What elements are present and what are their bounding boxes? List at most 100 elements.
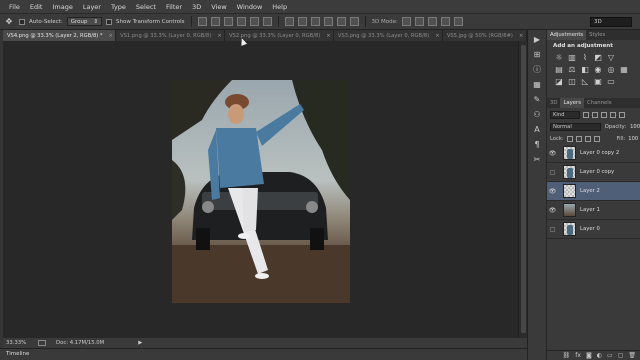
timeline-panel-tab[interactable]: Timeline [0,348,527,360]
layer-row[interactable]: Layer 0 copy [547,163,640,182]
lock-position-icon[interactable] [584,135,591,142]
roll-3d-icon[interactable] [414,17,424,26]
channel-mixer-icon[interactable]: ◎ [607,66,615,74]
menu-filter[interactable]: Filter [161,3,187,11]
close-icon[interactable]: × [326,33,330,39]
vibrance-icon[interactable]: ▽ [607,54,615,62]
photo-filter-icon[interactable]: ◉ [594,66,602,74]
black-white-icon[interactable]: ◧ [581,66,589,74]
align-top-icon[interactable] [197,17,207,26]
rotate-3d-icon[interactable] [401,17,411,26]
color-balance-icon[interactable]: ⚖ [568,66,576,74]
menu-select[interactable]: Select [131,3,161,11]
color-lookup-icon[interactable]: ▦ [620,66,628,74]
layer-row-selected[interactable]: 👁 Layer 2 [547,182,640,201]
align-right-icon[interactable] [262,17,272,26]
filter-smart-object-icon[interactable] [619,111,625,118]
add-mask-icon[interactable]: ◙ [586,352,592,359]
tab-3d[interactable]: 3D [547,98,560,108]
align-left-icon[interactable] [236,17,246,26]
tab-vs5[interactable]: VS5.jpg @ 50% (RGB/8#) × [442,30,528,41]
tab-layers[interactable]: Layers [560,98,584,108]
invert-icon[interactable]: ◪ [555,78,563,86]
curves-icon[interactable]: ⌇ [581,54,589,62]
distribute-right-icon[interactable] [349,17,359,26]
layer-row[interactable]: Layer 0 [547,220,640,239]
slide-3d-icon[interactable] [440,17,450,26]
menu-window[interactable]: Window [232,3,268,11]
levels-icon[interactable]: ▥ [568,54,576,62]
scale-3d-icon[interactable] [453,17,463,26]
clone-source-icon[interactable]: ⚇ [531,108,544,120]
tab-vs4[interactable]: VS4.png @ 33.3% (Layer 2, RGB/8) * × [3,30,117,41]
align-vcenter-icon[interactable] [210,17,220,26]
lock-pixels-icon[interactable] [575,135,582,142]
visibility-toggle[interactable] [547,169,558,175]
vertical-scrollbar[interactable] [518,41,527,338]
distribute-left-icon[interactable] [323,17,333,26]
delete-layer-icon[interactable]: 🗑 [628,352,636,359]
eye-icon[interactable]: 👁 [547,207,558,214]
menu-help[interactable]: Help [267,3,292,11]
eye-icon[interactable]: 👁 [547,150,558,157]
tab-vs1[interactable]: VS1.png @ 33.3% (Layer 0, RGB/8) × [116,30,225,41]
align-bottom-icon[interactable] [223,17,233,26]
zoom-level[interactable]: 33.33% [6,340,28,346]
info-icon[interactable]: ⓘ [531,63,544,75]
menu-type[interactable]: Type [106,3,131,11]
blend-mode-dropdown[interactable]: Normal [550,122,601,131]
lock-all-icon[interactable] [593,135,600,142]
close-icon[interactable]: × [435,33,439,39]
properties-icon[interactable]: ⊞ [531,48,544,60]
auto-select-checkbox[interactable] [19,18,25,25]
move-tool-icon[interactable]: ✥ [3,16,15,28]
tab-styles[interactable]: Styles [586,30,608,40]
eye-icon[interactable]: 👁 [547,188,558,195]
brush-presets-icon[interactable]: ▦ [531,78,544,90]
opacity-value[interactable]: 100 [630,124,640,130]
menu-layer[interactable]: Layer [78,3,106,11]
exposure-icon[interactable]: ◩ [594,54,602,62]
close-icon[interactable]: × [217,33,221,39]
paragraph-icon[interactable]: ¶ [531,138,544,150]
distribute-top-icon[interactable] [284,17,294,26]
menu-file[interactable]: File [4,3,25,11]
document-image[interactable] [172,80,350,303]
status-menu-arrow-icon[interactable]: ▶ [138,340,142,346]
brightness-contrast-icon[interactable]: ☼ [555,54,563,62]
new-group-icon[interactable]: ▭ [607,352,613,359]
close-icon[interactable]: × [519,33,523,39]
new-adjustment-icon[interactable]: ◐ [597,352,602,359]
menu-3d[interactable]: 3D [187,3,206,11]
fill-value[interactable]: 100 [628,136,638,142]
filter-pixel-icon[interactable] [583,111,589,118]
gradient-map-icon[interactable]: ▭ [607,78,615,86]
drag-3d-icon[interactable] [427,17,437,26]
tab-adjustments[interactable]: Adjustments [547,30,587,40]
filter-type-icon[interactable] [601,111,607,118]
scrollbar-thumb[interactable] [521,45,526,333]
menu-edit[interactable]: Edit [25,3,48,11]
hue-saturation-icon[interactable]: ▤ [555,66,563,74]
distribute-hcenter-icon[interactable] [336,17,346,26]
selective-color-icon[interactable]: ▣ [594,78,602,86]
tool-presets-icon[interactable]: ✂ [531,153,544,165]
workspace-switcher[interactable]: 3D [590,17,632,27]
filter-adjustment-icon[interactable] [592,111,598,118]
history-icon[interactable]: ▶ [531,33,544,45]
threshold-icon[interactable]: ◺ [581,78,589,86]
align-hcenter-icon[interactable] [249,17,259,26]
status-info-icon[interactable] [38,340,46,346]
auto-select-dropdown[interactable]: Group ⇕ [66,17,103,26]
posterize-icon[interactable]: ◫ [568,78,576,86]
lock-transparency-icon[interactable] [566,135,573,142]
tab-channels[interactable]: Channels [584,98,615,108]
menu-image[interactable]: Image [47,3,77,11]
link-layers-icon[interactable]: ⛓ [563,352,571,359]
character-icon[interactable]: A [531,123,544,135]
close-icon[interactable]: × [109,33,113,39]
brush-icon[interactable]: ✎ [531,93,544,105]
menu-view[interactable]: View [206,3,231,11]
kind-filter-dropdown[interactable]: Kind [550,110,580,119]
new-layer-icon[interactable]: ▢ [618,352,624,359]
